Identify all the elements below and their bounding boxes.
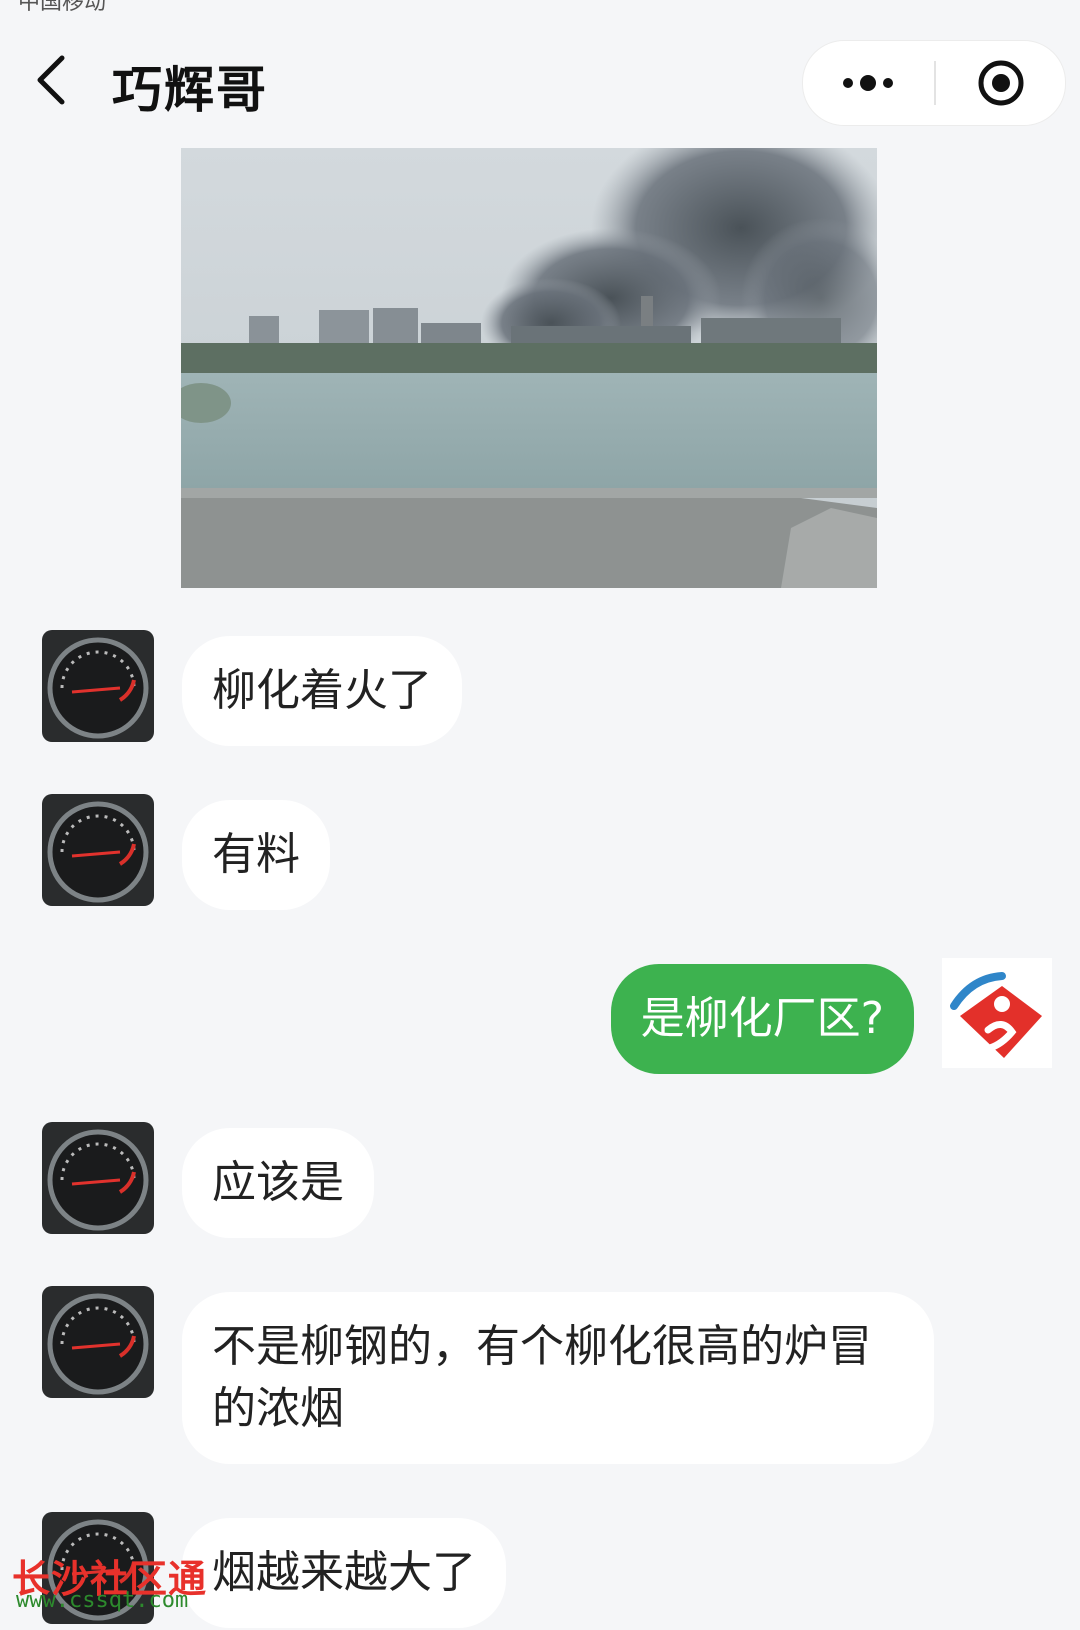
avatar[interactable] <box>42 1286 154 1398</box>
community-logo-icon <box>942 958 1052 1068</box>
message-bubble[interactable]: 柳化着火了 <box>182 636 462 746</box>
chat-title: 巧辉哥 <box>112 61 268 119</box>
speedometer-avatar-icon <box>42 1286 154 1398</box>
speedometer-avatar-icon <box>42 794 154 906</box>
avatar[interactable] <box>42 630 154 742</box>
message-bubble[interactable]: 不是柳钢的，有个柳化很高的炉冒的浓烟 <box>182 1292 934 1464</box>
watermark: 长沙社区通 www.cssqt.com <box>12 1548 207 1613</box>
close-button[interactable] <box>936 41 1065 125</box>
carrier-label: 中国移动 <box>18 0 107 15</box>
more-dots-icon <box>843 75 893 91</box>
photo-factory-smoke <box>181 148 877 588</box>
message-bubble[interactable]: 烟越来越大了 <box>182 1518 506 1628</box>
message-bubble[interactable]: 有料 <box>182 800 330 910</box>
back-button[interactable] <box>30 50 90 120</box>
speedometer-avatar-icon <box>42 1122 154 1234</box>
target-circle-icon <box>978 60 1023 106</box>
watermark-url: www.cssqt.com <box>16 1588 189 1613</box>
chat-header: 巧辉哥 <box>0 30 1080 140</box>
mini-program-capsule <box>802 40 1066 126</box>
chevron-left-icon <box>37 55 65 105</box>
message-photo[interactable] <box>181 148 877 588</box>
speedometer-avatar-icon <box>42 630 154 742</box>
avatar[interactable] <box>42 1122 154 1234</box>
message-bubble-outgoing[interactable]: 是柳化厂区? <box>610 964 914 1074</box>
more-button[interactable] <box>803 41 933 125</box>
avatar[interactable] <box>42 794 154 906</box>
avatar[interactable] <box>942 958 1052 1068</box>
message-bubble[interactable]: 应该是 <box>182 1128 374 1238</box>
